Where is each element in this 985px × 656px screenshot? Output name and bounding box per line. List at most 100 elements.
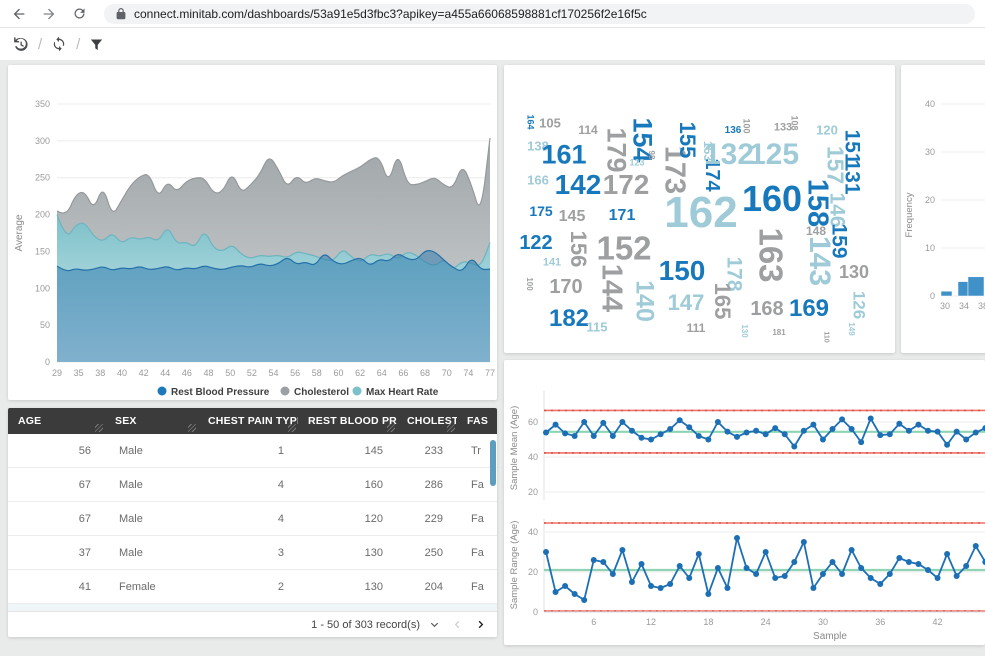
table-cell: 4 xyxy=(198,513,298,525)
wordcloud-number: 172 xyxy=(603,171,650,199)
area-chart-card: 050100150200250300350Average293538404244… xyxy=(8,65,497,400)
svg-text:20: 20 xyxy=(528,567,538,577)
table-body: 56Male1145233Tr67Male4160286Fa67Male4120… xyxy=(8,434,497,637)
table-cell: 67 xyxy=(8,479,105,491)
wordcloud-number: 165 xyxy=(711,283,733,320)
table-cell: Fa xyxy=(457,547,497,559)
browser-forward-icon[interactable] xyxy=(40,5,58,23)
wordcloud-number: 143 xyxy=(804,236,834,286)
wordcloud-number: 170 xyxy=(549,277,582,297)
sync-icon[interactable] xyxy=(51,36,67,52)
wordcloud-number: 152 xyxy=(596,232,651,265)
svg-text:29: 29 xyxy=(52,368,62,378)
wordcloud-number: 126 xyxy=(851,291,868,319)
table-cell: 2 xyxy=(198,581,298,593)
next-page-icon[interactable] xyxy=(472,619,489,630)
svg-text:Sample: Sample xyxy=(813,631,847,642)
column-header[interactable]: CHEST PAIN TYPE xyxy=(198,408,298,434)
table-cell: Fa xyxy=(457,513,497,525)
svg-text:100: 100 xyxy=(35,283,50,293)
wordcloud-number: 182 xyxy=(549,307,589,331)
table-cell: 130 xyxy=(298,547,397,559)
column-header[interactable]: REST BLOOD PRESS... xyxy=(298,408,397,434)
svg-text:200: 200 xyxy=(35,210,50,220)
column-header[interactable]: SEX xyxy=(105,408,198,434)
page-size-dropdown[interactable] xyxy=(426,619,443,630)
table-row[interactable]: 67Male4120229Fa xyxy=(8,502,497,536)
table-cell: 250 xyxy=(397,547,457,559)
table-cell: 37 xyxy=(8,547,105,559)
table-cell: 286 xyxy=(397,479,457,491)
svg-text:30: 30 xyxy=(940,301,950,311)
wordcloud-number: 150 xyxy=(659,257,706,285)
history-icon[interactable] xyxy=(12,36,29,53)
svg-text:Rest Blood Pressure: Rest Blood Pressure xyxy=(171,387,270,398)
svg-text:20: 20 xyxy=(925,195,935,205)
url-text: connect.minitab.com/dashboards/53a91e5d3… xyxy=(134,7,647,21)
wordcloud-number: 160 xyxy=(742,181,802,217)
svg-text:66: 66 xyxy=(398,368,408,378)
wordcloud-number: 164 xyxy=(526,114,535,129)
svg-text:35: 35 xyxy=(74,368,84,378)
table-cell: 3 xyxy=(198,547,298,559)
control-charts-card: 204060Sample Mean (Age)02040Sample Range… xyxy=(504,360,985,645)
records-count: 1 - 50 of 303 record(s) xyxy=(311,619,420,631)
wordcloud-number: 147 xyxy=(668,292,705,314)
url-bar[interactable]: connect.minitab.com/dashboards/53a91e5d3… xyxy=(104,4,975,24)
wordcloud-number: 123 xyxy=(629,159,644,168)
svg-text:52: 52 xyxy=(247,368,257,378)
table-row[interactable]: 67Male4160286Fa xyxy=(8,468,497,502)
dashboard: 050100150200250300350Average293538404244… xyxy=(0,60,985,656)
table-cell: 56 xyxy=(8,445,105,457)
column-header[interactable]: AGE xyxy=(8,408,105,434)
svg-text:36: 36 xyxy=(875,617,885,627)
svg-text:44: 44 xyxy=(160,368,170,378)
svg-text:24: 24 xyxy=(761,617,771,627)
wordcloud-number: 98 xyxy=(647,151,655,160)
svg-text:42: 42 xyxy=(933,617,943,627)
svg-text:6: 6 xyxy=(591,617,596,627)
svg-text:64: 64 xyxy=(377,368,387,378)
wordcloud-number: 166 xyxy=(527,174,549,187)
svg-text:54: 54 xyxy=(268,368,278,378)
svg-text:20: 20 xyxy=(528,487,538,497)
wordcloud-number: 161 xyxy=(541,142,586,169)
wordcloud-number: 115 xyxy=(587,321,608,334)
vertical-scrollbar[interactable] xyxy=(490,440,496,486)
filter-icon[interactable] xyxy=(89,37,104,52)
svg-text:18: 18 xyxy=(703,617,713,627)
table-row[interactable]: 56Male1145233Tr xyxy=(8,434,497,468)
wordcloud-number: 181 xyxy=(772,329,785,337)
svg-text:46: 46 xyxy=(182,368,192,378)
svg-text:0: 0 xyxy=(533,607,538,617)
table-cell: 229 xyxy=(397,513,457,525)
column-header[interactable]: FAS xyxy=(457,408,497,434)
column-header[interactable]: CHOLESTEROL xyxy=(397,408,457,434)
app-toolbar: / / xyxy=(0,28,985,60)
table-cell: 4 xyxy=(198,479,298,491)
wordcloud-number: 155 xyxy=(676,122,698,159)
svg-text:Frequency: Frequency xyxy=(904,192,915,237)
table-header: AGESEXCHEST PAIN TYPEREST BLOOD PRESS...… xyxy=(8,408,497,434)
svg-text:150: 150 xyxy=(35,246,50,256)
table-cell: Male xyxy=(105,513,198,525)
svg-text:0: 0 xyxy=(45,357,50,367)
svg-text:50: 50 xyxy=(40,320,50,330)
browser-reload-icon[interactable] xyxy=(70,5,88,23)
wordcloud-number: 108 xyxy=(790,115,799,130)
table-cell: Fa xyxy=(457,581,497,593)
wordcloud-number: 136 xyxy=(725,126,742,136)
browser-chrome: connect.minitab.com/dashboards/53a91e5d3… xyxy=(0,0,985,28)
table-row[interactable]: 37Male3130250Fa xyxy=(8,536,497,570)
control-charts-svg: 204060Sample Mean (Age)02040Sample Range… xyxy=(504,360,985,645)
svg-text:40: 40 xyxy=(528,452,538,462)
browser-back-icon[interactable] xyxy=(10,5,28,23)
table-pagination: 1 - 50 of 303 record(s) xyxy=(8,611,497,637)
svg-text:Cholesterol: Cholesterol xyxy=(294,387,349,398)
prev-page-icon[interactable] xyxy=(449,619,466,630)
svg-text:48: 48 xyxy=(204,368,214,378)
table-row[interactable]: 41Female2130204Fa xyxy=(8,570,497,604)
wordcloud-number: 144 xyxy=(597,264,626,312)
svg-text:250: 250 xyxy=(35,173,50,183)
wordcloud-number: 110 xyxy=(823,331,830,342)
